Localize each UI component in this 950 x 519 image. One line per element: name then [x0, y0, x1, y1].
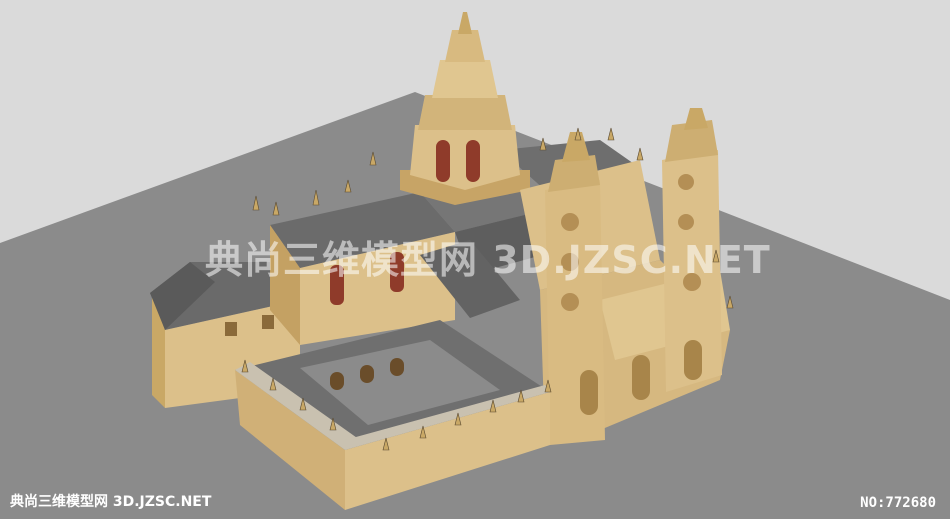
model-number: NO:772680 [860, 495, 936, 511]
watermark-text: 典尚三维模型网 3D.JZSC.NET [205, 238, 771, 282]
site-label: 典尚三维模型网 3D.JZSC.NET [10, 494, 212, 510]
